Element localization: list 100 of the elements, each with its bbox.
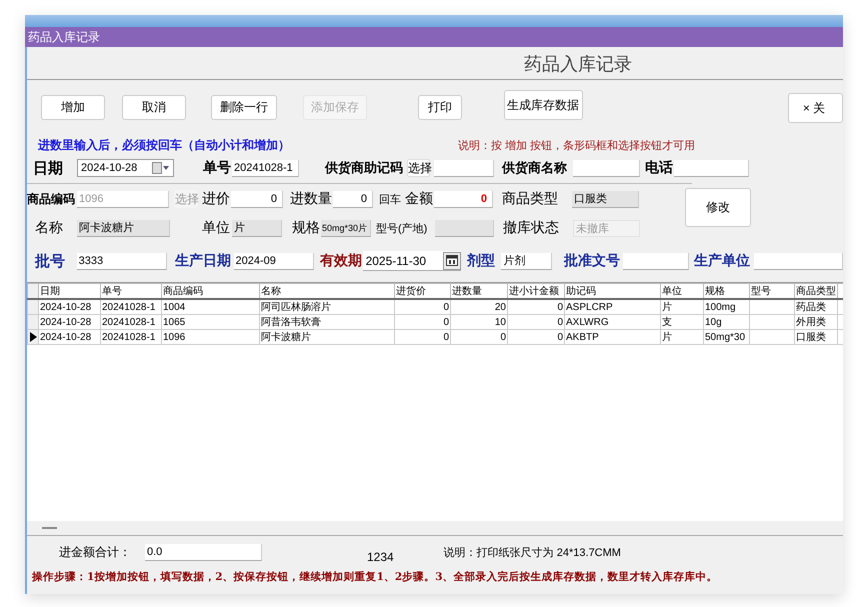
table-cell: 10 bbox=[494, 316, 506, 328]
table-cell: 0 bbox=[557, 316, 563, 328]
name-label: 名称 bbox=[35, 219, 64, 237]
table-cell: 0 bbox=[557, 332, 563, 342]
supplier-name-field[interactable] bbox=[573, 160, 640, 176]
table-cell: 0 bbox=[443, 302, 449, 312]
date-label: 日期 bbox=[33, 158, 64, 178]
table-cell: 0 bbox=[500, 332, 506, 342]
edit-button[interactable]: 修改 bbox=[685, 188, 751, 227]
table-cell: 口服类 bbox=[796, 332, 826, 343]
order-number-label: 单号 bbox=[203, 159, 232, 177]
total-label: 进金额合计： bbox=[59, 544, 132, 561]
enter-note: 回车 bbox=[379, 192, 402, 206]
price-label: 进价 bbox=[202, 190, 231, 208]
column-header[interactable]: 单号 bbox=[100, 284, 162, 299]
table-cell: 1065 bbox=[163, 316, 186, 328]
window-title: 药品入库记录 bbox=[28, 30, 100, 44]
table-cell: 50mg*30 bbox=[705, 332, 746, 342]
spec-label: 规格 bbox=[292, 219, 321, 237]
production-date-field[interactable]: 2024-09 bbox=[234, 252, 314, 270]
price-field[interactable]: 0 bbox=[231, 190, 283, 208]
toolbar-button[interactable]: 删除一行 bbox=[211, 95, 277, 120]
dosage-form-field[interactable]: 片剂 bbox=[501, 252, 552, 270]
column-header[interactable]: 进货价 bbox=[394, 284, 450, 299]
model-label: 型号(产地) bbox=[376, 222, 428, 236]
table-cell: 药品类 bbox=[796, 302, 826, 313]
table-cell: 1004 bbox=[163, 302, 186, 312]
column-header[interactable]: 进小计金额 bbox=[508, 284, 564, 299]
table-cell: 20241028-1 bbox=[102, 316, 156, 328]
table-cell: 阿昔洛韦软膏 bbox=[261, 317, 321, 328]
column-header[interactable]: 名称 bbox=[260, 284, 394, 299]
toolbar-button[interactable]: 增加 bbox=[41, 95, 105, 120]
product-type-field[interactable]: 口服类 bbox=[572, 190, 639, 208]
table-cell: ASPLCRP bbox=[566, 302, 613, 312]
column-header[interactable]: 型号 bbox=[750, 284, 794, 299]
table-cell: 外用类 bbox=[796, 317, 826, 328]
table-cell: 片 bbox=[662, 332, 672, 343]
table-cell: 2024-10-28 bbox=[40, 302, 92, 312]
expiry-label: 有效期 bbox=[320, 252, 363, 270]
batch-field[interactable]: 3333 bbox=[76, 252, 167, 270]
table-cell: 0 bbox=[557, 302, 563, 312]
calendar-dropdown-icon[interactable] bbox=[152, 162, 170, 174]
withdraw-status-label: 撤库状态 bbox=[503, 219, 560, 237]
supplier-code-label: 供货商助记码 bbox=[325, 159, 404, 177]
product-code-label: 商品编码 bbox=[27, 190, 76, 208]
table-cell: AKBTP bbox=[566, 332, 599, 342]
table-cell: 支 bbox=[662, 317, 672, 328]
supplier-code-field[interactable] bbox=[434, 160, 494, 176]
approval-number-label: 批准文号 bbox=[564, 252, 622, 270]
column-header[interactable]: 规格 bbox=[704, 284, 750, 299]
supplier-name-label: 供货商名称 bbox=[502, 159, 568, 177]
column-header[interactable]: 日期 bbox=[38, 284, 100, 299]
table-cell: 2024-10-28 bbox=[40, 332, 92, 342]
production-date-label: 生产日期 bbox=[174, 252, 232, 270]
table-cell: 100mg bbox=[705, 302, 736, 312]
steps-note: 操作步骤：1按增加按钮，填写数据，2、按保存按钮，继续增加则重复1、2步骤。3、全部录入完后按生成库存数据，数里才转入库存库中。 bbox=[32, 570, 719, 584]
unit-field[interactable]: 片 bbox=[232, 220, 282, 236]
table-cell: 2024-10-28 bbox=[40, 316, 92, 328]
table-cell: 10g bbox=[705, 316, 722, 328]
batch-label: 批号 bbox=[35, 252, 66, 270]
column-header[interactable]: 进数量 bbox=[450, 284, 508, 299]
input-hint: 进数里输入后，必须按回车（自动小计和增加） bbox=[38, 136, 291, 154]
toolbar-button[interactable]: 打印 bbox=[418, 95, 462, 120]
column-header[interactable]: 商品编码 bbox=[162, 284, 260, 299]
order-number-field[interactable]: 20241028-1 bbox=[232, 160, 299, 176]
manufacturer-label: 生产单位 bbox=[694, 252, 752, 270]
model-field[interactable] bbox=[435, 220, 494, 236]
phone-field[interactable] bbox=[674, 160, 749, 176]
column-header[interactable]: 商品类型 bbox=[794, 284, 838, 299]
approval-number-field[interactable] bbox=[622, 252, 690, 270]
table-cell: 20241028-1 bbox=[102, 332, 156, 342]
table-cell: 阿卡波糖片 bbox=[261, 332, 311, 343]
table-cell: AXLWRG bbox=[566, 316, 609, 328]
product-type-label: 商品类型 bbox=[502, 190, 559, 208]
table-cell: 0 bbox=[443, 332, 449, 342]
date-picker[interactable]: 2024-10-28 bbox=[77, 159, 174, 177]
spec-field[interactable]: 50mg*30片 bbox=[321, 220, 371, 236]
quantity-field[interactable]: 0 bbox=[333, 190, 373, 208]
select-button[interactable]: 选择 bbox=[407, 159, 430, 177]
total-field[interactable]: 0.0 bbox=[145, 544, 262, 561]
quantity-label: 进数量 bbox=[290, 190, 333, 208]
amount-field[interactable]: 0 bbox=[434, 190, 493, 208]
column-header[interactable]: 单位 bbox=[660, 284, 704, 299]
print-note: 说明：打印纸张尺寸为 24*13.7CMM bbox=[444, 546, 621, 560]
table-cell: 20 bbox=[494, 302, 506, 312]
toolbar-button[interactable]: × 关 bbox=[788, 93, 843, 123]
manufacturer-field[interactable] bbox=[754, 252, 843, 270]
code-text: 1234 bbox=[367, 550, 394, 564]
name-field[interactable]: 阿卡波糖片 bbox=[77, 220, 170, 236]
form-heading: 药品入库记录 bbox=[524, 53, 632, 76]
unit-label: 单位 bbox=[202, 219, 231, 237]
phone-label: 电话 bbox=[645, 159, 674, 177]
toolbar-button[interactable]: 取消 bbox=[122, 95, 186, 120]
calendar-icon[interactable] bbox=[442, 252, 461, 270]
table-cell: 阿司匹林肠溶片 bbox=[261, 302, 331, 313]
toolbar-button[interactable]: 生成库存数据 bbox=[504, 90, 583, 120]
table-cell: 0 bbox=[443, 316, 449, 328]
amount-label: 金额 bbox=[405, 190, 434, 208]
expiry-date-field[interactable]: 2025-11-30 bbox=[362, 251, 461, 271]
column-header[interactable]: 助记码 bbox=[564, 284, 660, 299]
